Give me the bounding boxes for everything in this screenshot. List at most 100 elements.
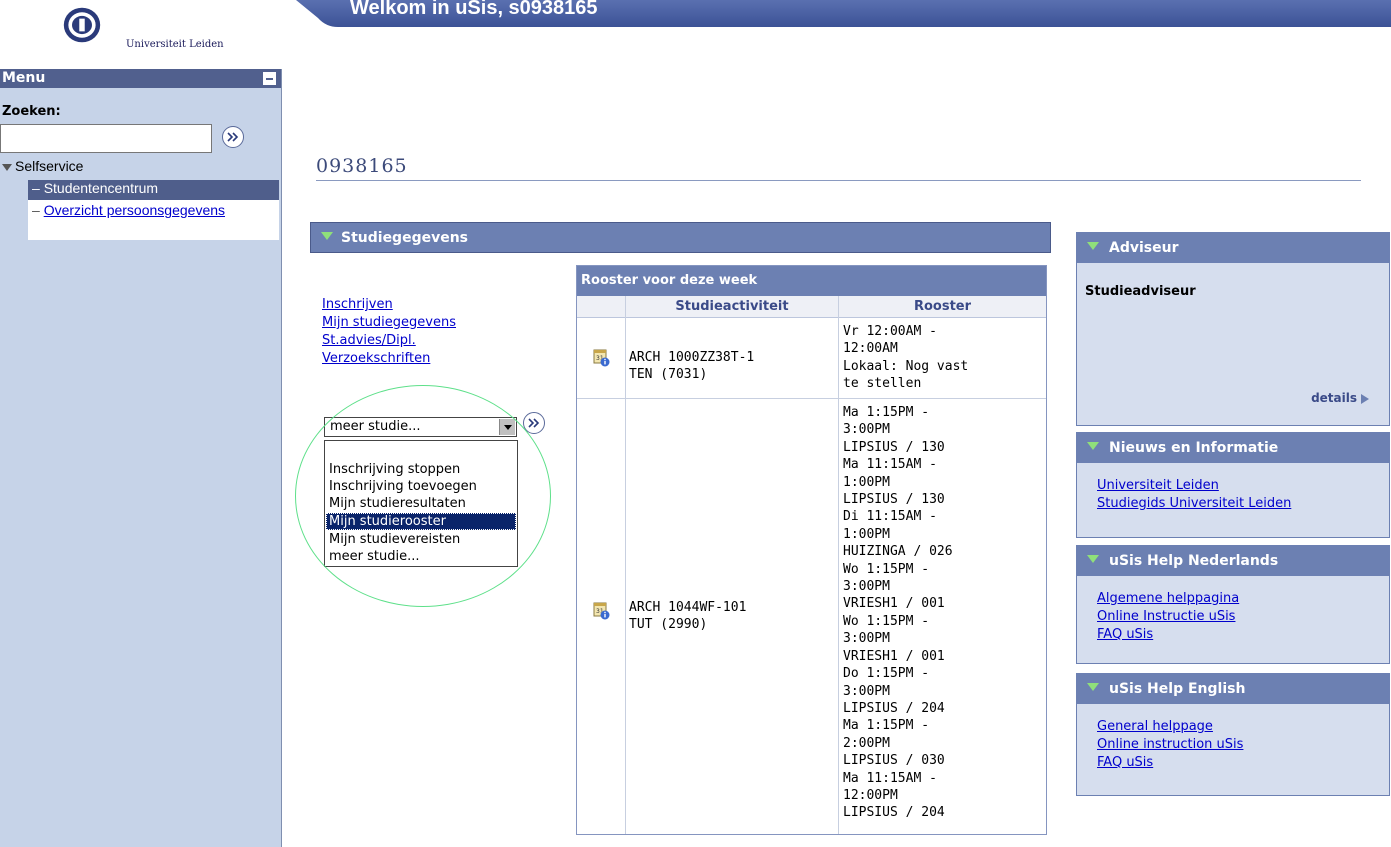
double-chevron-right-icon: [227, 132, 239, 142]
dropdown-option[interactable]: Mijn studievereisten: [326, 531, 516, 548]
link-online-instructie[interactable]: Online Instructie uSis: [1097, 609, 1235, 624]
tree-item-selfservice[interactable]: Selfservice: [2, 158, 83, 178]
help-en-links: General helppage Online instruction uSis…: [1097, 718, 1243, 772]
dropdown-option[interactable]: [326, 442, 516, 459]
row-divider: [577, 398, 1046, 399]
search-input[interactable]: [0, 124, 212, 153]
schedule-line: 12:00AM: [843, 341, 898, 357]
collapse-triangle-icon: [321, 232, 333, 240]
dropdown-option[interactable]: meer studie...: [326, 548, 516, 565]
help-en-header[interactable]: uSis Help English: [1077, 674, 1389, 704]
help-nl-box: uSis Help Nederlands Algemene helppagina…: [1076, 545, 1390, 664]
adviseur-content: Studieadviseur: [1085, 284, 1196, 299]
link-faq-usis[interactable]: FAQ uSis: [1097, 627, 1153, 642]
schedule-line: Ma 1:15PM -: [843, 405, 930, 420]
tree-item-studentencentrum[interactable]: – Studentencentrum: [28, 180, 279, 200]
meer-studie-select[interactable]: meer studie...: [324, 417, 517, 437]
tree-item-label: Studentencentrum: [43, 180, 159, 196]
schedule-line: 3:00PM: [843, 579, 890, 595]
tree-dash-icon: –: [32, 180, 44, 196]
link-faq-usis-en[interactable]: FAQ uSis: [1097, 755, 1153, 770]
column-divider: [838, 296, 839, 834]
schedule-line: LIPSIUS / 030: [843, 753, 945, 769]
adviseur-header[interactable]: Adviseur: [1077, 233, 1389, 263]
page-title: 0938165: [316, 155, 408, 177]
nieuws-links: Universiteit Leiden Studiegids Universit…: [1097, 477, 1291, 513]
column-header-activity: Studieactiviteit: [626, 296, 838, 318]
caption-text: Rooster voor deze week: [581, 273, 758, 288]
link-inschrijven[interactable]: Inschrijven: [322, 297, 393, 312]
schedule-line: 2:00PM: [843, 735, 890, 751]
help-nl-header[interactable]: uSis Help Nederlands: [1077, 546, 1389, 576]
help-nl-links: Algemene helppagina Online Instructie uS…: [1097, 590, 1239, 644]
dropdown-option[interactable]: Inschrijving stoppen: [326, 461, 516, 478]
collapse-icon[interactable]: [263, 72, 276, 85]
welcome-text: Welkom in uSis, s0938165: [350, 0, 598, 19]
schedule-line: Wo 1:15PM -: [843, 613, 930, 629]
play-arrow-icon: [1361, 393, 1369, 404]
schedule-cell: Ma 1:15PM - 3:00PM LIPSIUS / 130 Ma 11:1…: [843, 404, 1043, 822]
nieuws-header[interactable]: Nieuws en Informatie: [1077, 433, 1389, 463]
calendar-info-icon[interactable]: 31: [593, 601, 610, 620]
link-algemene-helppagina[interactable]: Algemene helppagina: [1097, 591, 1239, 606]
tree-item-link[interactable]: Overzicht persoonsgegevens: [44, 200, 244, 220]
dropdown-option[interactable]: Mijn studieresultaten: [326, 495, 516, 512]
activity-code: ARCH 1044WF-101: [629, 600, 747, 615]
schedule-line: 12:00PM: [843, 787, 898, 803]
box-title: uSis Help Nederlands: [1109, 553, 1279, 569]
activity-cell: ARCH 1000ZZ38T-1 TEN (7031): [629, 349, 754, 383]
collapse-triangle-icon: [1087, 683, 1099, 691]
link-general-helppage[interactable]: General helppage: [1097, 719, 1213, 734]
dropdown-arrow-icon[interactable]: [499, 419, 515, 435]
tree-expand-icon: [2, 163, 12, 171]
activity-type: TEN (7031): [629, 367, 708, 382]
box-title: uSis Help English: [1109, 681, 1246, 697]
menu-title: Menu: [2, 70, 46, 86]
title-divider: [316, 180, 1361, 181]
adviseur-box: Adviseur Studieadviseur details: [1076, 232, 1390, 426]
link-online-instruction[interactable]: Online instruction uSis: [1097, 737, 1243, 752]
welcome-banner: Welkom in uSis, s0938165: [296, 0, 1391, 27]
activity-cell: ARCH 1044WF-101 TUT (2990): [629, 599, 746, 633]
link-studiegids[interactable]: Studiegids Universiteit Leiden: [1097, 496, 1291, 511]
rooster-table: Rooster voor deze week Studieactiviteit …: [576, 265, 1047, 835]
schedule-line: 1:00PM: [843, 526, 890, 542]
dropdown-option[interactable]: Inschrijving toevoegen: [326, 478, 516, 495]
box-title: Nieuws en Informatie: [1109, 440, 1279, 456]
link-mijn-studiegegevens[interactable]: Mijn studiegegevens: [322, 315, 456, 330]
dropdown-list[interactable]: Inschrijving stoppen Inschrijving toevoe…: [324, 440, 518, 567]
search-go-button[interactable]: [222, 126, 244, 148]
icon-column-header: [577, 296, 625, 318]
column-header-schedule: Rooster: [839, 296, 1046, 318]
dropdown-option-selected[interactable]: Mijn studierooster: [326, 513, 516, 530]
studiegegevens-header[interactable]: Studiegegevens: [310, 222, 1051, 253]
tree-item-overzicht[interactable]: – Overzicht persoonsgegevens: [28, 200, 279, 240]
schedule-line: 3:00PM: [843, 631, 890, 647]
schedule-line: LIPSIUS / 204: [843, 700, 945, 716]
column-divider: [625, 296, 626, 834]
schedule-line: te stellen: [843, 376, 922, 392]
schedule-line: VRIESH1 / 001: [843, 596, 945, 612]
meer-go-button[interactable]: [523, 412, 545, 434]
schedule-line: LIPSIUS / 130: [843, 439, 945, 455]
box-title: Adviseur: [1109, 240, 1179, 256]
collapse-triangle-icon: [1087, 555, 1099, 563]
details-label: details: [1311, 391, 1357, 405]
calendar-info-icon[interactable]: 31: [593, 348, 610, 367]
schedule-line: 3:00PM: [843, 422, 890, 438]
schedule-line: Di 11:15AM -: [843, 509, 937, 525]
schedule-line: VRIESH1 / 001: [843, 648, 945, 664]
schedule-line: Ma 1:15PM -: [843, 718, 930, 734]
collapse-triangle-icon: [1087, 242, 1099, 250]
link-verzoekschriften[interactable]: Verzoekschriften: [322, 351, 430, 366]
studie-links: Inschrijven Mijn studiegegevens St.advie…: [322, 296, 456, 368]
schedule-line: LIPSIUS / 130: [843, 492, 945, 508]
link-st-advies[interactable]: St.advies/Dipl.: [322, 333, 416, 348]
details-link[interactable]: details: [1311, 391, 1369, 405]
section-title: Studiegegevens: [341, 230, 469, 246]
tree-root-label: Selfservice: [15, 158, 84, 174]
menu-header: Menu: [0, 69, 281, 88]
collapse-triangle-icon: [1087, 442, 1099, 450]
link-universiteit-leiden[interactable]: Universiteit Leiden: [1097, 478, 1219, 493]
schedule-line: Ma 11:15AM -: [843, 770, 937, 786]
